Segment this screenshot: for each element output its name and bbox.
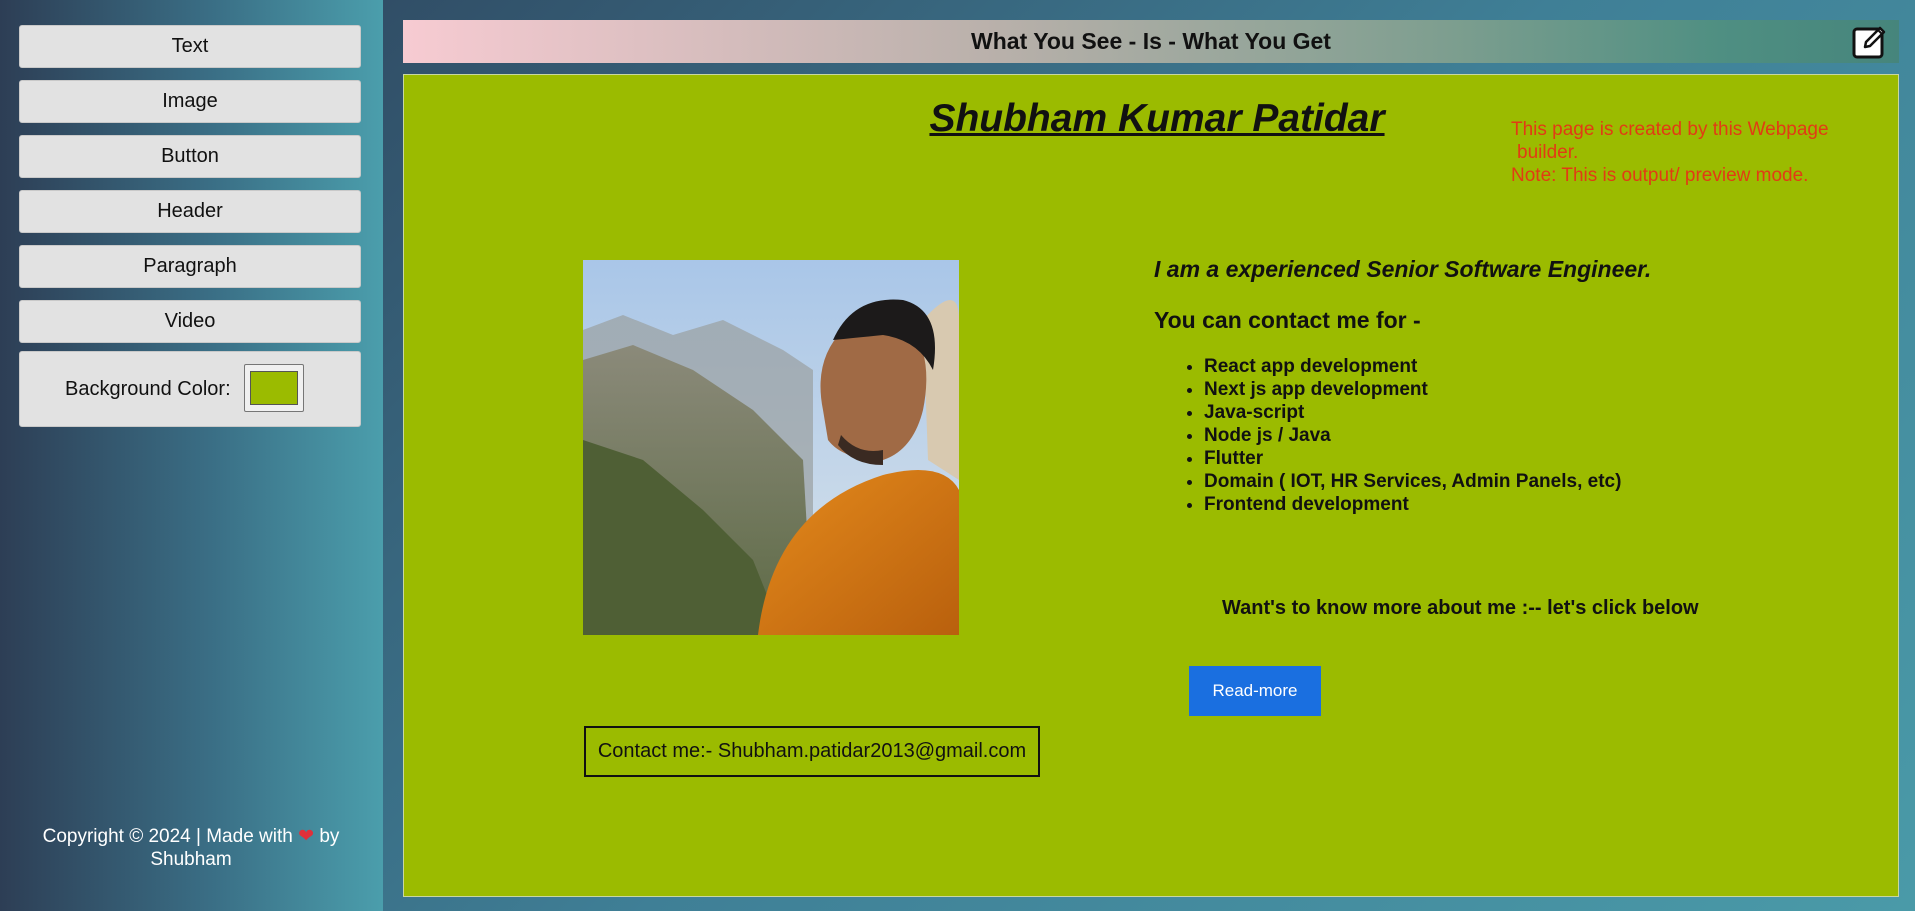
text-tool-button[interactable]: Text xyxy=(19,25,361,68)
note-line-1: This page is created by this Webpage xyxy=(1511,119,1829,140)
note-line-2: builder. xyxy=(1517,142,1579,163)
video-tool-button[interactable]: Video xyxy=(19,300,361,343)
copyright-author: Shubham xyxy=(150,849,232,870)
builder-note: This page is created by this Webpage bui… xyxy=(1511,118,1856,187)
contact-heading: You can contact me for - xyxy=(1154,307,1421,333)
cta-text: Want's to know more about me :-- let's c… xyxy=(1222,597,1699,619)
header-tool-button[interactable]: Header xyxy=(19,190,361,233)
list-item: Frontend development xyxy=(1204,493,1621,516)
list-item: Node js / Java xyxy=(1204,424,1621,447)
note-line-3: Note: This is output/ preview mode. xyxy=(1511,165,1809,186)
background-color-label: Background Color: xyxy=(65,378,231,400)
edit-icon[interactable] xyxy=(1851,23,1889,61)
list-item: Next js app development xyxy=(1204,378,1621,401)
top-header-bar: What You See - Is - What You Get xyxy=(403,20,1899,63)
list-item: React app development xyxy=(1204,355,1621,378)
list-item: Domain ( IOT, HR Services, Admin Panels,… xyxy=(1204,470,1621,493)
page-title: Shubham Kumar Patidar xyxy=(929,97,1385,140)
heart-icon: ❤ xyxy=(298,826,315,847)
background-color-panel: Background Color: xyxy=(19,351,361,427)
list-item: Flutter xyxy=(1204,447,1621,470)
paragraph-tool-button[interactable]: Paragraph xyxy=(19,245,361,288)
button-tool-button[interactable]: Button xyxy=(19,135,361,178)
profile-photo xyxy=(583,260,959,635)
header-title: What You See - Is - What You Get xyxy=(971,28,1331,54)
skills-list: React app development Next js app develo… xyxy=(1154,355,1621,516)
list-item: Java-script xyxy=(1204,401,1621,424)
contact-email-box: Contact me:- Shubham.patidar2013@gmail.c… xyxy=(584,726,1040,777)
preview-canvas: Shubham Kumar Patidar This page is creat… xyxy=(403,74,1899,897)
image-tool-button[interactable]: Image xyxy=(19,80,361,123)
background-color-swatch xyxy=(250,371,298,405)
read-more-button[interactable]: Read-more xyxy=(1189,666,1321,716)
copyright-prefix: Copyright © 2024 | Made with xyxy=(42,826,293,847)
background-color-picker[interactable] xyxy=(244,364,304,412)
sidebar: Text Image Button Header Paragraph Video… xyxy=(0,0,383,911)
intro-text: I am a experienced Senior Software Engin… xyxy=(1154,256,1652,282)
copyright-footer: Copyright © 2024 | Made with ❤ by Shubha… xyxy=(20,825,362,871)
copyright-suffix: by xyxy=(319,826,340,847)
